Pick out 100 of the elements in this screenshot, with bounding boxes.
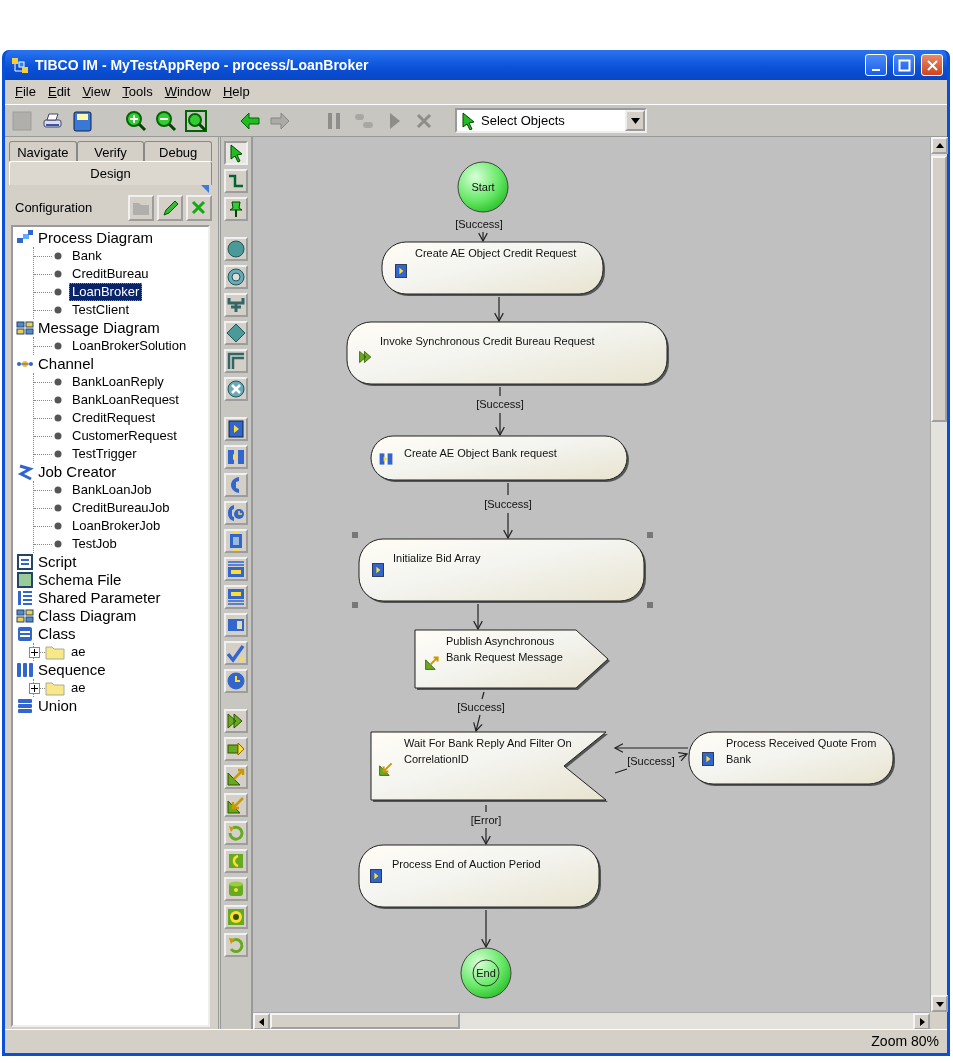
palette-tool[interactable]: [224, 641, 248, 665]
up-arrow-icon: [935, 141, 944, 150]
menu-item[interactable]: File: [9, 82, 42, 102]
end-node[interactable]: [460, 947, 512, 999]
tree-item[interactable]: CustomerRequest: [69, 427, 180, 445]
tree-item[interactable]: Class Diagram: [37, 607, 138, 625]
tree-item[interactable]: Sequence: [37, 661, 107, 679]
tree-item[interactable]: LoanBroker: [69, 283, 143, 301]
bullet-icon: [54, 450, 62, 458]
palette-tool[interactable]: [224, 377, 248, 401]
tree-item[interactable]: Job Creator: [37, 463, 118, 481]
activity-node[interactable]: [346, 321, 670, 387]
check-icon: [226, 643, 246, 663]
connector-arrow: [478, 231, 488, 243]
palette-tool[interactable]: [224, 905, 248, 929]
bullet-icon: [54, 504, 62, 512]
left-arrow-icon: [257, 1017, 266, 1026]
close-button[interactable]: [921, 54, 943, 76]
activity-node[interactable]: [381, 241, 606, 297]
maximize-button[interactable]: [893, 54, 915, 76]
tree-item[interactable]: BankLoanRequest: [69, 391, 182, 409]
palette-tool[interactable]: [224, 557, 248, 581]
menu-item[interactable]: Edit: [41, 82, 77, 102]
scrollbar-thumb[interactable]: [270, 1013, 460, 1029]
menu-item[interactable]: View: [76, 82, 117, 102]
palette-tool[interactable]: [224, 237, 248, 261]
tree-item[interactable]: Channel: [37, 355, 95, 373]
play-box-icon: [370, 562, 386, 578]
configuration-button[interactable]: [157, 195, 183, 221]
activity-node[interactable]: [370, 435, 630, 483]
tree-item[interactable]: TestJob: [69, 535, 120, 553]
node-label: Create AE Object Bank request: [404, 446, 558, 461]
tree-item[interactable]: Message Diagram: [37, 319, 161, 337]
receive-activity-node[interactable]: [370, 731, 610, 803]
tree-item[interactable]: CreditRequest: [69, 409, 159, 427]
palette-tool[interactable]: [224, 417, 248, 441]
activity-node[interactable]: [352, 532, 653, 610]
horizontal-scrollbar[interactable]: [253, 1012, 930, 1029]
tree-item[interactable]: Process Diagram: [37, 229, 155, 247]
palette-tool[interactable]: [224, 349, 248, 373]
tree-item[interactable]: CreditBureauJob: [69, 499, 173, 517]
send-activity-node[interactable]: [414, 629, 612, 691]
scrollbar-thumb[interactable]: [931, 156, 947, 422]
tree-item[interactable]: Union: [37, 697, 79, 715]
activity-node[interactable]: [358, 844, 602, 910]
activity-node[interactable]: [688, 731, 896, 787]
palette-tool[interactable]: [224, 501, 248, 525]
palette-tool[interactable]: [224, 445, 248, 469]
play-box-icon: [368, 868, 384, 884]
tree-item[interactable]: Schema File: [37, 571, 123, 589]
tree-item[interactable]: ae: [68, 643, 89, 661]
sequence-icon: [16, 661, 34, 679]
palette-tool[interactable]: [224, 709, 248, 733]
palette-tool[interactable]: [224, 293, 248, 317]
panel-tab[interactable]: Verify: [76, 141, 145, 161]
panel-tab[interactable]: Debug: [144, 141, 212, 161]
pointer-icon: [461, 111, 475, 130]
expand-toggle[interactable]: [29, 646, 40, 658]
tree-item[interactable]: Bank: [69, 247, 105, 265]
menu-item[interactable]: Window: [158, 82, 217, 102]
panel-tab[interactable]: Design: [9, 161, 212, 185]
palette-tool[interactable]: [224, 529, 248, 553]
menu-item[interactable]: Help: [216, 82, 256, 102]
document-icon: [226, 587, 246, 607]
tree-item[interactable]: CreditBureau: [69, 265, 152, 283]
palette-tool[interactable]: [224, 765, 248, 789]
tree-item[interactable]: LoanBrokerJob: [69, 517, 164, 535]
receive-arrow-icon: [378, 761, 394, 777]
tree-item[interactable]: Script: [37, 553, 78, 571]
palette-tool[interactable]: [224, 737, 248, 761]
tree-item[interactable]: ae: [68, 679, 89, 697]
tree-item[interactable]: Shared Parameter: [37, 589, 162, 607]
palette-tool[interactable]: [224, 321, 248, 345]
tree-item[interactable]: LoanBrokerSolution: [69, 337, 190, 355]
tree-item[interactable]: TestTrigger: [69, 445, 140, 463]
tree-item[interactable]: BankLoanReply: [69, 373, 167, 391]
scroll-down-button[interactable]: [931, 995, 948, 1012]
start-node[interactable]: [457, 161, 509, 213]
panel-tab[interactable]: Navigate: [9, 141, 77, 161]
tree-item[interactable]: BankLoanJob: [69, 481, 155, 499]
palette-tool[interactable]: [224, 585, 248, 609]
palette-tool[interactable]: [224, 169, 248, 193]
palette-tool[interactable]: [224, 613, 248, 637]
menu-item[interactable]: Tools: [116, 82, 159, 102]
vertical-scrollbar[interactable]: [930, 137, 947, 1012]
scroll-up-button[interactable]: [931, 137, 948, 154]
palette-tool[interactable]: [224, 669, 248, 693]
tree-item[interactable]: TestClient: [69, 301, 133, 319]
app-icon: [11, 56, 29, 74]
node-label: Process End of Auction Period: [392, 857, 542, 872]
tree-item[interactable]: Class: [37, 625, 77, 643]
palette-tool[interactable]: [224, 265, 248, 289]
expand-toggle[interactable]: [29, 682, 40, 694]
palette-tool[interactable]: [224, 793, 248, 817]
minimize-button[interactable]: [865, 54, 887, 76]
bullet-icon: [54, 306, 62, 314]
palette-tool[interactable]: [224, 197, 248, 221]
palette-tool[interactable]: [224, 141, 248, 165]
mode-dropdown[interactable]: Select Objects: [455, 108, 647, 133]
toolbar-button[interactable]: [183, 107, 209, 134]
